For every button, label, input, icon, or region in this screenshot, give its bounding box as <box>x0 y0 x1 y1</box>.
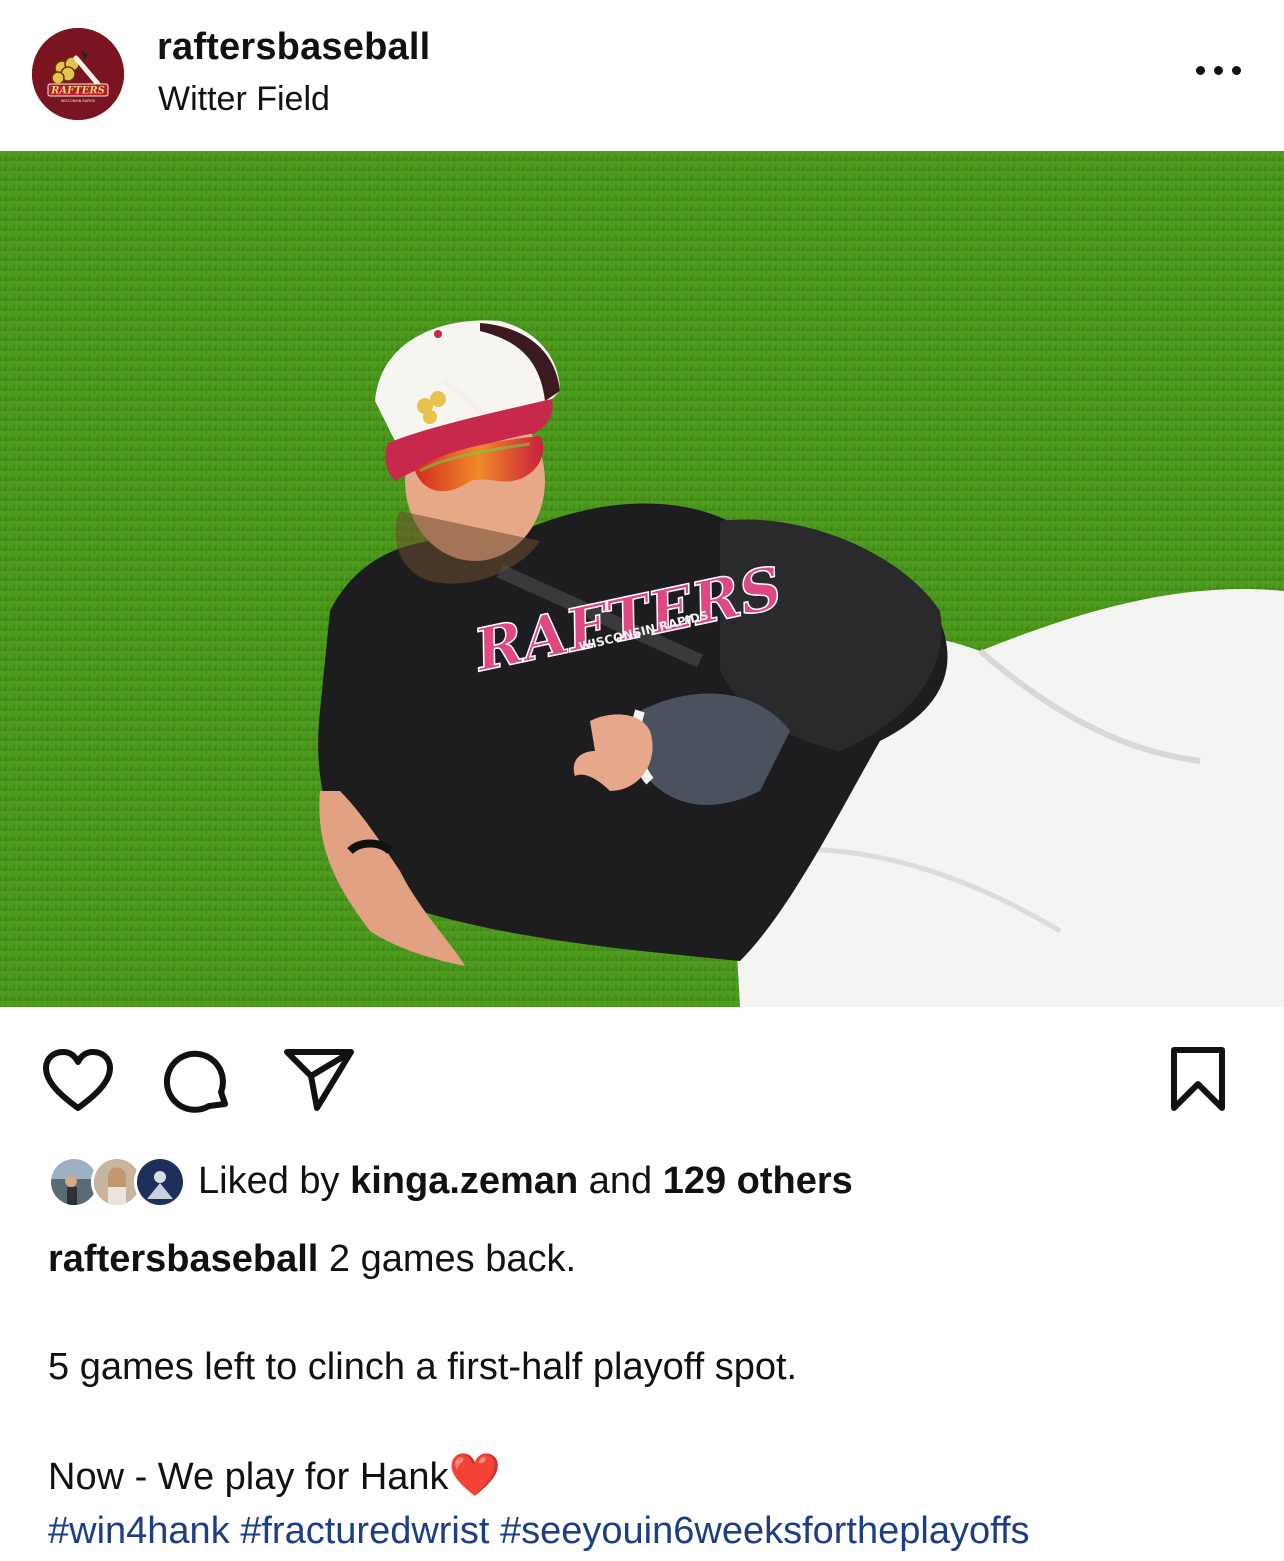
heart-icon[interactable] <box>42 1048 114 1114</box>
svg-text:RAFTERS: RAFTERS <box>50 86 105 97</box>
svg-text:WISCONSIN RAPIDS: WISCONSIN RAPIDS <box>61 99 96 103</box>
caption-line-2: 5 games left to clinch a first-half play… <box>48 1346 798 1388</box>
action-bar <box>0 1040 1284 1120</box>
more-options-icon[interactable] <box>1190 56 1246 84</box>
post-header: RAFTERS WISCONSIN RAPIDS raftersbaseball… <box>0 0 1284 150</box>
caption-line-1: 2 games back. <box>318 1238 577 1280</box>
liker-avatar <box>134 1156 186 1208</box>
avatar[interactable]: RAFTERS WISCONSIN RAPIDS <box>32 28 124 120</box>
likes-count[interactable]: 129 others <box>663 1160 853 1202</box>
photo-image: RAFTERS WISCONSIN RAPIDS <box>0 151 1284 1007</box>
likes-text: Liked by kinga.zeman and 129 others <box>198 1160 853 1203</box>
caption-hashtags[interactable]: #win4hank #fracturedwrist #seeyouin6week… <box>48 1504 1248 1558</box>
likes-prefix: Liked by <box>198 1159 351 1202</box>
post-caption: raftersbaseball 2 games back. 5 games le… <box>48 1232 1248 1558</box>
rafters-logo-icon: RAFTERS WISCONSIN RAPIDS <box>32 28 124 120</box>
send-icon[interactable] <box>283 1046 355 1112</box>
liker-avatars <box>48 1153 186 1209</box>
red-heart-emoji: ❤️ <box>448 1451 501 1498</box>
comment-icon[interactable] <box>163 1046 235 1118</box>
post-photo[interactable]: RAFTERS WISCONSIN RAPIDS <box>0 151 1284 1007</box>
liker-username[interactable]: kinga.zeman <box>350 1160 578 1202</box>
caption-username[interactable]: raftersbaseball <box>48 1238 318 1280</box>
likes-row[interactable]: Liked by kinga.zeman and 129 others <box>48 1153 853 1209</box>
likes-middle: and <box>578 1159 663 1202</box>
post-location[interactable]: Witter Field <box>158 80 330 119</box>
bookmark-icon[interactable] <box>1166 1046 1230 1114</box>
caption-line-3: Now - We play for Hank <box>48 1456 449 1498</box>
post-username[interactable]: raftersbaseball <box>157 26 430 69</box>
